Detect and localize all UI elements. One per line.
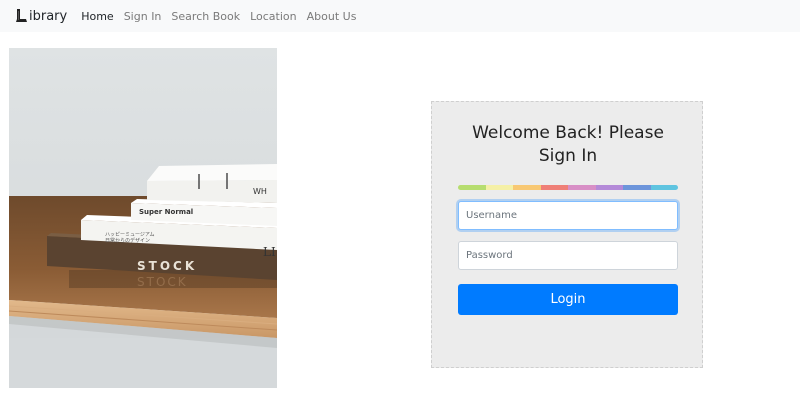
brand-home-link[interactable]: ibrary xyxy=(14,8,67,24)
password-input[interactable] xyxy=(458,241,678,270)
svg-text:LI: LI xyxy=(263,245,276,259)
rainbow-divider xyxy=(458,185,678,190)
svg-text:STOCK: STOCK xyxy=(137,259,197,273)
nav-link-about-us[interactable]: About Us xyxy=(307,10,357,23)
nav-link-sign-in[interactable]: Sign In xyxy=(124,10,162,23)
svg-text:WH: WH xyxy=(253,187,267,196)
login-card: Welcome Back! Please Sign In Login xyxy=(431,101,703,368)
library-logo-icon xyxy=(16,9,27,22)
login-title: Welcome Back! Please Sign In xyxy=(472,123,664,166)
svg-text:STOCK: STOCK xyxy=(137,275,188,289)
username-input[interactable] xyxy=(458,201,678,230)
nav-link-home[interactable]: Home xyxy=(81,10,113,23)
login-button[interactable]: Login xyxy=(458,284,678,315)
svg-text:日常からのデザイン: 日常からのデザイン xyxy=(105,237,150,244)
top-navbar: ibrary Home Sign In Search Book Location… xyxy=(0,0,800,32)
brand-text: ibrary xyxy=(29,8,68,24)
stacked-books-photo: STOCK STOCK ハッピーミュージアム 日常からのデザイン Super N… xyxy=(9,48,277,388)
svg-text:Super Normal: Super Normal xyxy=(139,208,193,216)
nav-link-location[interactable]: Location xyxy=(250,10,297,23)
nav-link-search-book[interactable]: Search Book xyxy=(171,10,240,23)
